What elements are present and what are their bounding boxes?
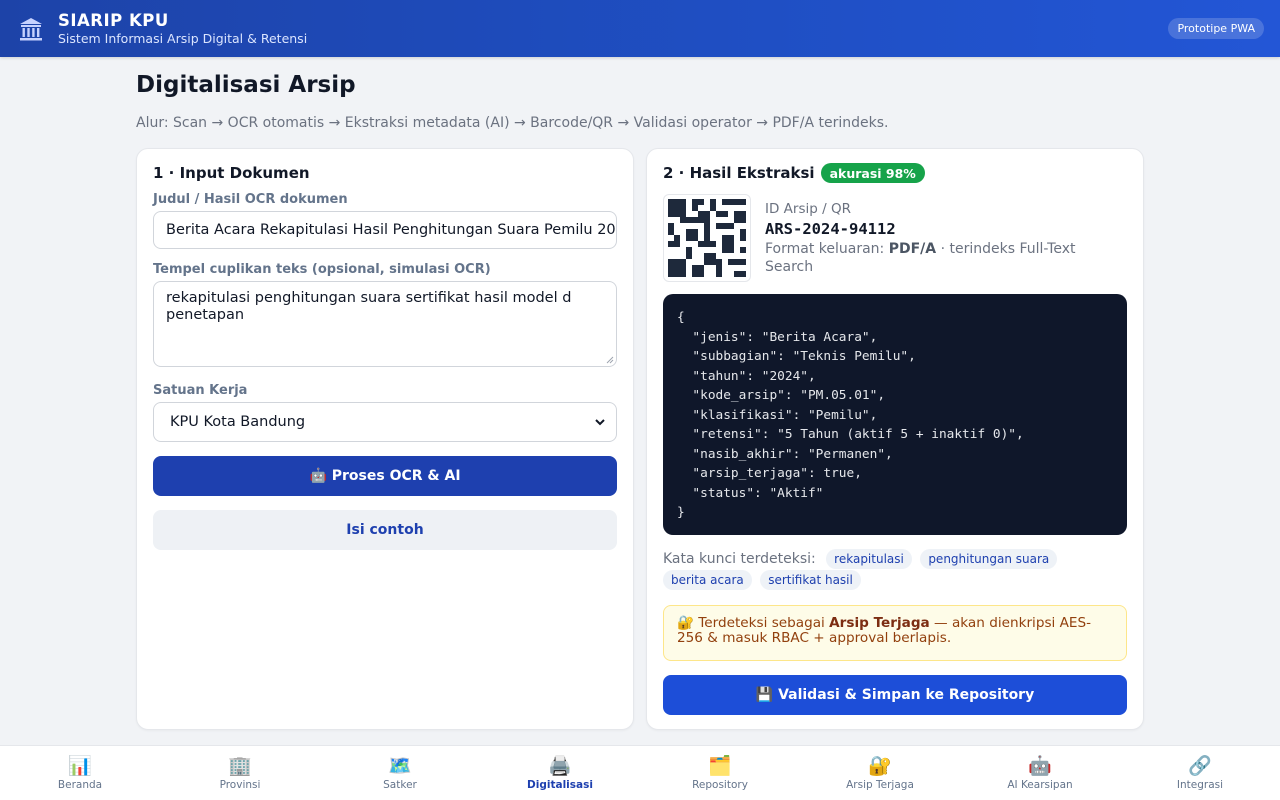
archive-id-row: ID Arsip / QR ARS-2024-94112 Format kelu…: [663, 194, 1127, 282]
result-card-header: 2 · Hasil Ekstraksi akurasi 98%: [663, 163, 1127, 183]
app-subtitle: Sistem Informasi Arsip Digital & Retensi: [58, 30, 308, 46]
work-unit-selected: KPU Kota Bandung: [170, 414, 306, 430]
result-card-title: 2 · Hasil Ekstraksi: [663, 164, 815, 182]
page-title: Digitalisasi Arsip: [136, 72, 356, 98]
keyword-chip: berita acara: [663, 570, 752, 590]
fill-example-button[interactable]: Isi contoh: [153, 510, 617, 550]
validate-save-button[interactable]: 💾 Validasi & Simpan ke Repository: [663, 675, 1127, 715]
chart-icon: 📊: [68, 755, 92, 777]
app-title: SIARIP KPU: [58, 10, 169, 30]
keyword-chip: penghitungan suara: [920, 549, 1058, 569]
process-ocr-ai-button[interactable]: 🤖 Proses OCR & AI: [153, 456, 617, 496]
input-document-card: 1 · Input Dokumen Judul / Hasil OCR doku…: [136, 148, 634, 730]
chevron-down-icon: [595, 419, 605, 426]
government-building-icon: [18, 16, 44, 42]
keyword-chip: sertifikat hasil: [760, 570, 861, 590]
link-icon: 🔗: [1188, 755, 1212, 777]
nav-item-arsip-terjaga[interactable]: 🔐 Arsip Terjaga: [800, 746, 960, 800]
work-unit-select[interactable]: KPU Kota Bandung: [153, 402, 617, 442]
app-header: SIARIP KPU Sistem Informasi Arsip Digita…: [0, 0, 1280, 57]
ocr-snippet-text: rekapitulasi penghitungan suara sertifik…: [166, 290, 572, 323]
output-format: Format keluaran: PDF/A · terindeks Full-…: [765, 241, 1076, 275]
nav-item-digitalisasi[interactable]: 🖨️ Digitalisasi: [480, 746, 640, 800]
extraction-result-card: 2 · Hasil Ekstraksi akurasi 98% ID Arsip…: [646, 148, 1144, 730]
nav-item-ai-kearsipan[interactable]: 🤖 AI Kearsipan: [960, 746, 1120, 800]
archive-id-value: ARS-2024-94112: [765, 220, 896, 238]
qr-code: [663, 194, 751, 282]
flow-description: Alur: Scan → OCR otomatis → Ekstraksi me…: [136, 115, 889, 131]
map-icon: 🗺️: [388, 755, 412, 777]
nav-item-integrasi[interactable]: 🔗 Integrasi: [1120, 746, 1280, 800]
pwa-badge: Prototipe PWA: [1168, 18, 1264, 39]
accuracy-badge: akurasi 98%: [820, 163, 925, 183]
ocr-snippet-textarea[interactable]: rekapitulasi penghitungan suara sertifik…: [153, 281, 617, 367]
qr-code-icon: [668, 199, 746, 277]
nav-item-repository[interactable]: 🗂️ Repository: [640, 746, 800, 800]
document-title-input[interactable]: Berita Acara Rekapitulasi Hasil Penghitu…: [153, 211, 617, 249]
resize-grip-icon[interactable]: [606, 356, 614, 364]
alert-highlight: Arsip Terjaga: [829, 615, 930, 631]
nav-item-provinsi[interactable]: 🏢 Provinsi: [160, 746, 320, 800]
archive-id-label: ID Arsip / QR: [765, 201, 851, 217]
keyword-chip: rekapitulasi: [826, 549, 912, 569]
bottom-navigation: 📊 Beranda 🏢 Provinsi 🗺️ Satker 🖨️ Digita…: [0, 745, 1280, 800]
snippet-field-label: Tempel cuplikan teks (opsional, simulasi…: [153, 262, 491, 277]
title-field-label: Judul / Hasil OCR dokumen: [153, 192, 348, 207]
nav-item-beranda[interactable]: 📊 Beranda: [0, 746, 160, 800]
card-index-icon: 🗂️: [708, 755, 732, 777]
keywords-row: Kata kunci terdeteksi: rekapitulasi peng…: [663, 549, 1127, 591]
unit-field-label: Satuan Kerja: [153, 383, 248, 398]
printer-icon: 🖨️: [548, 755, 572, 777]
nav-item-satker[interactable]: 🗺️ Satker: [320, 746, 480, 800]
format-value: PDF/A: [888, 241, 937, 257]
metadata-json-output: { "jenis": "Berita Acara", "subbagian": …: [663, 294, 1127, 535]
keywords-label: Kata kunci terdeteksi:: [663, 551, 816, 567]
input-card-title: 1 · Input Dokumen: [153, 164, 310, 182]
protected-archive-alert: 🔐 Terdeteksi sebagai Arsip Terjaga — aka…: [663, 605, 1127, 661]
office-building-icon: 🏢: [228, 755, 252, 777]
robot-icon: 🤖: [1028, 755, 1052, 777]
lock-icon: 🔐: [868, 755, 892, 777]
